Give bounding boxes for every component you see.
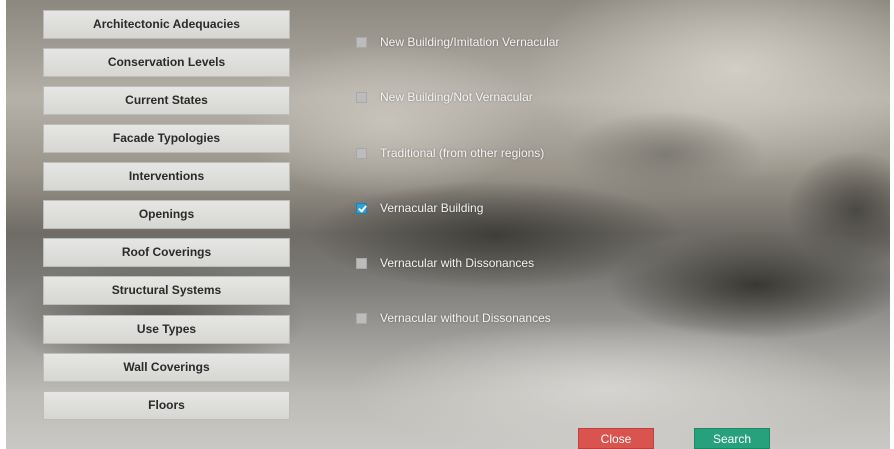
option-label: Vernacular without Dissonances <box>380 311 551 325</box>
option-label: New Building/Imitation Vernacular <box>380 35 560 49</box>
category-button-facade-typologies[interactable]: Facade Typologies <box>43 124 290 153</box>
search-button[interactable]: Search <box>694 428 770 449</box>
checkbox[interactable] <box>356 147 367 159</box>
option-vernacular-building[interactable]: Vernacular Building <box>356 199 483 217</box>
checkbox[interactable] <box>356 36 367 48</box>
filter-dialog: Architectonic Adequacies Conservation Le… <box>0 0 894 449</box>
checkbox[interactable] <box>356 312 367 324</box>
option-label: Vernacular with Dissonances <box>380 256 535 270</box>
category-button-interventions[interactable]: Interventions <box>43 162 290 191</box>
category-button-current-states[interactable]: Current States <box>43 86 290 115</box>
category-button-architectonic-adequacies[interactable]: Architectonic Adequacies <box>43 10 290 39</box>
category-button-roof-coverings[interactable]: Roof Coverings <box>43 238 290 267</box>
checkbox[interactable] <box>356 91 367 103</box>
category-button-floors[interactable]: Floors <box>43 391 290 420</box>
category-button-structural-systems[interactable]: Structural Systems <box>43 276 290 305</box>
close-button[interactable]: Close <box>578 428 654 449</box>
category-button-conservation-levels[interactable]: Conservation Levels <box>43 48 290 77</box>
option-vernacular-with-dissonances[interactable]: Vernacular with Dissonances <box>356 254 534 272</box>
checkbox[interactable] <box>356 257 367 269</box>
option-traditional-other-regions[interactable]: Traditional (from other regions) <box>356 144 544 162</box>
option-new-building-not-vernacular[interactable]: New Building/Not Vernacular <box>356 88 533 106</box>
checkbox-checked[interactable] <box>356 202 367 214</box>
category-button-openings[interactable]: Openings <box>43 200 290 229</box>
category-button-wall-coverings[interactable]: Wall Coverings <box>43 353 290 382</box>
category-button-use-types[interactable]: Use Types <box>43 315 290 344</box>
option-label: Vernacular Building <box>380 201 484 215</box>
option-vernacular-without-dissonances[interactable]: Vernacular without Dissonances <box>356 309 551 327</box>
option-new-building-imitation-vernacular[interactable]: New Building/Imitation Vernacular <box>356 33 559 51</box>
option-label: New Building/Not Vernacular <box>380 90 533 104</box>
option-label: Traditional (from other regions) <box>380 146 545 160</box>
